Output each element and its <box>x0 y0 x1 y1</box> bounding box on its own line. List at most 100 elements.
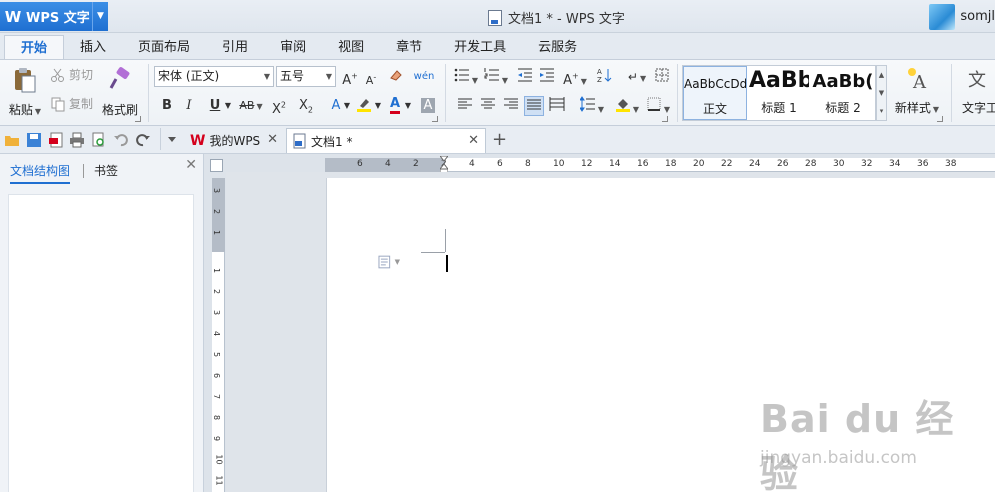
text-tools-icon: 文 <box>968 70 986 91</box>
superscript-button[interactable]: X2 <box>269 96 289 117</box>
font-launcher-icon[interactable] <box>432 116 438 122</box>
clipboard-launcher-icon[interactable] <box>135 116 141 122</box>
font-color-button[interactable]: A <box>385 94 405 114</box>
tab-references[interactable]: 引用 <box>206 35 264 60</box>
wps-app-menu-button[interactable]: W WPS 文字 ▼ <box>0 2 108 31</box>
open-folder-icon[interactable] <box>4 132 20 148</box>
redo-icon[interactable] <box>135 132 151 148</box>
numbering-button[interactable]: ▼ <box>482 67 510 87</box>
tab-insert[interactable]: 插入 <box>64 35 122 60</box>
styles-gallery-scroll[interactable]: ▲ ▼ ▾ <box>876 65 887 121</box>
close-icon[interactable]: ✕ <box>185 157 197 173</box>
subscript-button[interactable]: X2 <box>296 96 316 116</box>
align-center-button[interactable] <box>478 96 498 116</box>
user-account[interactable]: somjl <box>929 2 995 31</box>
styles-launcher-icon[interactable] <box>937 116 943 122</box>
paragraph-layout-button[interactable]: ▼ <box>378 254 400 270</box>
increase-indent-button[interactable] <box>537 67 557 87</box>
paste-button[interactable]: 粘贴 ▼ <box>6 66 44 118</box>
character-shading-button[interactable]: A <box>418 96 438 116</box>
save-icon[interactable] <box>26 132 42 148</box>
nav-tab-document-map[interactable]: 文档结构图 <box>10 162 71 184</box>
customize-toolbar-chevron-icon[interactable] <box>166 133 178 145</box>
tab-section[interactable]: 章节 <box>380 35 438 60</box>
bold-button[interactable]: B <box>157 96 177 116</box>
decrease-indent-button[interactable] <box>515 67 535 87</box>
italic-button[interactable]: I <box>179 96 199 116</box>
text-tools-button[interactable]: 文 文字工 <box>958 66 995 116</box>
print-icon[interactable] <box>69 132 85 148</box>
bullets-button[interactable]: ▼ <box>452 67 480 87</box>
ruler-tab-selector[interactable] <box>210 159 223 172</box>
cut-button[interactable]: 剪切 <box>50 66 93 83</box>
underline-dropdown[interactable]: ▼ <box>223 96 233 116</box>
shading-button[interactable]: ▼ <box>612 96 642 116</box>
ruler-number: 22 <box>721 159 733 169</box>
ruler-number: 1 <box>212 267 222 274</box>
format-painter-button[interactable]: 格式刷 <box>100 66 140 118</box>
tab-page-layout[interactable]: 页面布局 <box>122 35 206 60</box>
shrink-font-button[interactable]: A- <box>361 67 381 87</box>
new-tab-plus-icon[interactable]: + <box>492 129 507 150</box>
paragraph-launcher-icon[interactable] <box>662 116 668 122</box>
highlight-button[interactable] <box>354 96 374 116</box>
borders-button[interactable]: ▼ <box>645 96 671 116</box>
app-menu-dropdown-icon[interactable]: ▼ <box>92 2 108 31</box>
tab-cloud-service[interactable]: 云服务 <box>522 35 593 60</box>
undo-icon[interactable] <box>113 132 129 148</box>
font-family-select[interactable]: 宋体 (正文) ▼ <box>154 66 274 87</box>
strikethrough-button[interactable]: AB ▼ <box>238 96 264 116</box>
group-divider <box>951 64 952 122</box>
line-spacing-icon <box>579 96 595 112</box>
gallery-expand-icon[interactable]: ▾ <box>877 102 886 120</box>
underline-button[interactable]: U <box>205 96 225 116</box>
close-icon[interactable]: ✕ <box>267 132 278 147</box>
print-preview-icon[interactable] <box>91 132 107 148</box>
copy-button[interactable]: 复制 <box>50 95 93 112</box>
avatar[interactable] <box>929 3 956 30</box>
close-icon[interactable]: ✕ <box>468 133 479 148</box>
tab-developer[interactable]: 开发工具 <box>438 35 522 60</box>
grow-font-button[interactable]: A+ <box>340 67 360 88</box>
align-right-button[interactable] <box>501 96 521 116</box>
chevron-down-icon[interactable]: ▼ <box>877 84 886 102</box>
doc-tab-label: 文档1 * <box>311 134 353 149</box>
document-map-tree[interactable] <box>8 194 194 492</box>
tab-review[interactable]: 审阅 <box>264 35 322 60</box>
distributed-button[interactable] <box>547 96 567 116</box>
style-normal[interactable]: AaBbCcDd 正文 <box>683 66 747 120</box>
ruler-number: 8 <box>525 159 531 169</box>
tab-view[interactable]: 视图 <box>322 35 380 60</box>
change-case-button[interactable]: A+▼ <box>562 67 588 88</box>
sort-button[interactable]: AZ <box>594 67 614 87</box>
chevron-down-icon: ▼ <box>343 101 351 110</box>
style-heading-1[interactable]: AaBb 标题 1 <box>749 66 809 120</box>
doc-tab-document1[interactable]: 文档1 * ✕ <box>286 128 486 153</box>
clear-format-button[interactable] <box>386 67 406 87</box>
font-color-dropdown[interactable]: ▼ <box>403 96 413 116</box>
ruler-number: 4 <box>212 330 222 337</box>
font-size-select[interactable]: 五号 ▼ <box>276 66 336 87</box>
chevron-up-icon[interactable]: ▲ <box>877 66 886 84</box>
align-left-button[interactable] <box>455 96 475 116</box>
line-spacing-button[interactable]: ▼ <box>578 96 606 116</box>
justify-button[interactable] <box>524 96 544 116</box>
new-style-button[interactable]: A 新样式 ▼ <box>892 66 942 116</box>
tab-home[interactable]: 开始 <box>4 35 65 60</box>
tab-stops-button[interactable] <box>652 67 672 87</box>
username: somjl <box>960 9 995 24</box>
doc-tab-my-wps[interactable]: W 我的WPS ✕ <box>184 128 284 153</box>
text-effect-dropdown[interactable]: ▼ <box>342 96 352 116</box>
ruler-number: 6 <box>497 159 503 169</box>
export-pdf-icon[interactable] <box>48 132 64 148</box>
highlight-dropdown[interactable]: ▼ <box>373 96 383 116</box>
group-divider <box>445 64 446 122</box>
quick-access-toolbar: W 我的WPS ✕ 文档1 * ✕ + <box>0 126 995 154</box>
vertical-ruler[interactable]: 3 2 1 1 2 3 4 5 6 7 8 9 10 11 <box>212 178 225 492</box>
style-heading-2[interactable]: AaBb( 标题 2 <box>811 66 875 120</box>
underline-icon: U <box>209 98 221 113</box>
horizontal-ruler[interactable]: 6422468101214161820222426283032343638 <box>325 158 995 172</box>
nav-tab-bookmarks[interactable]: 书签 <box>94 162 118 179</box>
show-marks-button[interactable]: ↵ ▼ <box>624 67 650 87</box>
phonetic-guide-button[interactable]: wén <box>410 66 438 86</box>
